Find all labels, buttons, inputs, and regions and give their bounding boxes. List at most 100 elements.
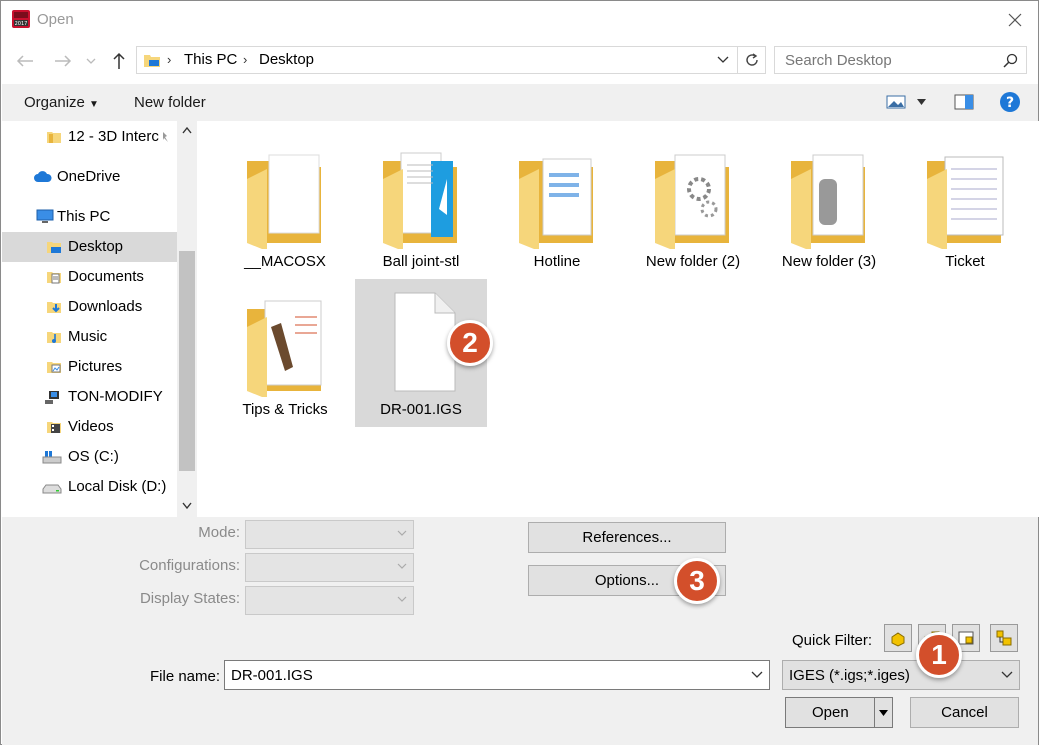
folder-icon — [655, 154, 729, 249]
file-type-value: IGES (*.igs;*.iges) — [789, 667, 910, 684]
chevron-down-icon[interactable] — [717, 53, 729, 65]
sidebar-item-ton-modify[interactable]: TON-MODIFY — [2, 382, 177, 412]
filter-parts-button[interactable] — [884, 624, 912, 652]
file-name-label: New folder (2) — [645, 253, 741, 270]
file-name-input[interactable] — [229, 665, 729, 685]
open-button-label: Open — [812, 704, 849, 721]
scroll-down-icon[interactable] — [182, 502, 192, 509]
sidebar-item-videos[interactable]: Videos — [2, 412, 177, 442]
step-badge-1: 1 — [916, 632, 962, 678]
organize-menu[interactable]: Organize ▼ — [24, 94, 99, 111]
file-name-label: Hotline — [533, 253, 581, 270]
up-button[interactable] — [107, 49, 131, 73]
svg-text:2017: 2017 — [15, 21, 28, 27]
file-name-label: Tips & Tricks — [242, 401, 328, 418]
breadcrumb-desktop[interactable]: Desktop — [259, 51, 314, 68]
folder-icon — [927, 156, 1004, 249]
command-bar: Organize ▼ New folder ? — [2, 84, 1038, 121]
file-name-label: Ball joint-stl — [382, 253, 460, 270]
close-button[interactable] — [992, 1, 1038, 39]
scrollbar-thumb[interactable] — [179, 251, 195, 471]
sidebar-item-label: Music — [68, 328, 108, 345]
display-states-dropdown[interactable] — [245, 586, 414, 615]
pin-icon[interactable] — [159, 131, 171, 143]
mode-dropdown[interactable] — [245, 520, 414, 549]
address-bar[interactable]: › This PC › Desktop — [136, 46, 766, 74]
folder-item-new-folder-3[interactable]: New folder (3) — [763, 131, 895, 279]
help-icon[interactable]: ? — [999, 91, 1021, 113]
breadcrumb-this-pc[interactable]: This PC — [184, 51, 237, 68]
configurations-dropdown[interactable] — [245, 553, 414, 582]
sidebar-item-3d-interc[interactable]: 12 - 3D Interc — [2, 122, 177, 152]
folder-icon — [519, 158, 593, 249]
sidebar-item-label: Pictures — [68, 358, 123, 375]
recent-locations-button[interactable] — [83, 49, 99, 73]
solidworks-app-icon: 2017 — [12, 10, 30, 28]
file-list: __MACOSX Ball joint-stl Hotline New fold… — [197, 121, 1039, 517]
folder-item-ball-joint-stl[interactable]: Ball joint-stl — [355, 131, 487, 279]
sidebar-scrollbar[interactable] — [177, 121, 197, 517]
sidebar-item-local-disk-d[interactable]: Local Disk (D:) — [2, 472, 177, 502]
cancel-button[interactable]: Cancel — [910, 697, 1019, 728]
sidebar-item-pictures[interactable]: Pictures — [2, 352, 177, 382]
preview-pane-icon[interactable] — [954, 94, 974, 110]
folder-item-ticket[interactable]: Ticket — [899, 131, 1031, 279]
folder-item-new-folder-2[interactable]: New folder (2) — [627, 131, 759, 279]
sidebar-item-label: This PC — [57, 208, 111, 225]
change-view-icon[interactable] — [886, 95, 906, 109]
part-icon — [891, 632, 905, 647]
sidebar-item-label: Local Disk (D:) — [68, 478, 167, 495]
sidebar-item-label: TON-MODIFY — [68, 388, 163, 405]
file-type-dropdown[interactable]: IGES (*.igs;*.iges) — [782, 660, 1020, 690]
chevron-down-icon — [397, 596, 407, 602]
videos-icon — [47, 422, 61, 433]
mode-label: Mode: — [198, 524, 240, 541]
sidebar-item-os-c[interactable]: OS (C:) — [2, 442, 177, 472]
back-arrow-icon — [16, 55, 33, 67]
chevron-down-icon — [1001, 671, 1013, 678]
chevron-right-icon: › — [243, 52, 248, 67]
folder-item-tips-tricks[interactable]: Tips & Tricks — [219, 279, 351, 427]
folder-icon — [247, 154, 321, 249]
chevron-down-icon — [86, 58, 96, 64]
sidebar-item-label: Videos — [68, 418, 114, 435]
new-folder-button[interactable]: New folder — [134, 94, 206, 111]
file-name-label: DR-001.IGS — [380, 401, 462, 418]
quick-filter-label: Quick Filter: — [792, 632, 873, 649]
folder-item-macosx[interactable]: __MACOSX — [219, 131, 351, 279]
open-options-dropdown[interactable] — [874, 698, 892, 727]
filter-top-assemblies-button[interactable] — [990, 624, 1018, 652]
music-icon — [47, 332, 61, 343]
search-icon[interactable] — [1003, 53, 1018, 68]
folder-item-hotline[interactable]: Hotline — [491, 131, 623, 279]
sidebar-item-music[interactable]: Music — [2, 322, 177, 352]
sidebar-item-documents[interactable]: Documents — [2, 262, 177, 292]
chevron-down-icon[interactable] — [751, 671, 763, 679]
back-button[interactable] — [13, 49, 37, 73]
sidebar-item-desktop[interactable]: Desktop — [2, 232, 177, 262]
windows-drive-icon — [42, 451, 62, 464]
up-arrow-icon — [113, 52, 125, 69]
desktop-folder-icon — [47, 242, 61, 253]
file-name-combo[interactable] — [224, 660, 770, 690]
navigation-pane: 12 - 3D Interc OneDrive This PC Desktop … — [2, 121, 197, 517]
view-options-caret-icon[interactable] — [917, 99, 926, 105]
open-dialog: 2017 Open › This PC › Desktop Search Des… — [0, 0, 1039, 745]
search-input[interactable] — [783, 50, 993, 70]
sidebar-item-label: Desktop — [68, 238, 124, 255]
references-button[interactable]: References... — [528, 522, 726, 553]
file-name-label: File name: — [150, 668, 221, 685]
sidebar-item-label: Documents — [68, 268, 144, 285]
sidebar-item-this-pc[interactable]: This PC — [2, 202, 177, 232]
caret-down-icon — [879, 709, 888, 716]
search-box[interactable] — [774, 46, 1027, 74]
folder-icon — [383, 152, 457, 249]
sidebar-item-onedrive[interactable]: OneDrive — [2, 162, 177, 192]
scroll-up-icon[interactable] — [182, 127, 192, 134]
disk-icon — [42, 484, 62, 494]
open-button[interactable]: Open — [785, 697, 893, 728]
forward-button[interactable] — [51, 49, 75, 73]
refresh-button[interactable] — [737, 47, 765, 73]
window-title: Open — [37, 11, 74, 28]
sidebar-item-downloads[interactable]: Downloads — [2, 292, 177, 322]
